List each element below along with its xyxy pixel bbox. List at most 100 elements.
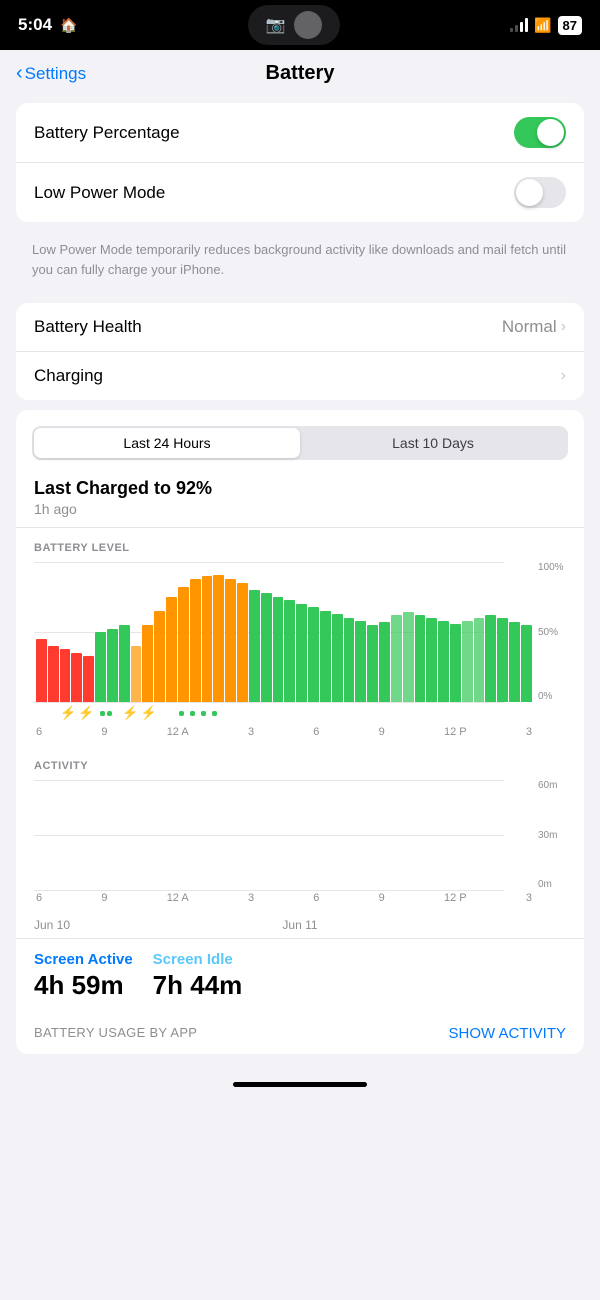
signal-bars [510,18,528,32]
battery-bar [48,646,59,702]
battery-health-value: Normal › [502,317,566,337]
battery-bar [521,625,532,702]
battery-bar [485,615,496,702]
date-labels-row: Jun 10 Jun 11 [16,912,584,938]
home-indicator [233,1082,367,1087]
status-bar: 5:04 🏠 📷 📶 87 [0,0,600,50]
battery-bar [462,621,473,702]
battery-bar [107,629,118,702]
battery-status-indicator: 87 [558,16,582,35]
battery-chart-row: 100% 50% 0% [34,562,566,702]
battery-health-row[interactable]: Battery Health Normal › [16,303,584,352]
date-jun11: Jun 11 [211,918,388,932]
nav-bar: ‹ Settings Battery [0,50,600,93]
y-axis: 100% 50% 0% [534,562,566,702]
battery-bar [95,632,106,702]
toggle-thumb-2 [516,179,543,206]
charging-dot-2 [107,711,112,716]
battery-bar [261,593,272,702]
siri-dot [294,11,322,39]
battery-bar [119,625,130,702]
x-label-3a: 3 [248,726,254,738]
battery-bar [497,618,508,702]
battery-bar [202,576,213,702]
battery-percentage-row[interactable]: Battery Percentage [16,103,584,163]
screen-active-label: Screen Active [34,951,133,968]
status-time: 5:04 [18,15,52,35]
x-axis-activity: 6 9 12 A 3 6 9 12 P 3 [34,890,534,904]
battery-bar [237,583,248,702]
battery-bar [450,624,461,702]
battery-bar [154,611,165,702]
charge-info-section: Last Charged to 92% 1h ago [16,474,584,528]
battery-bar [296,604,307,702]
battery-bar [131,646,142,702]
battery-bar [142,625,153,702]
activity-section: ACTIVITY [16,746,584,912]
x-label-3p: 3 [526,726,532,738]
battery-settings-card: Battery Percentage Low Power Mode [16,103,584,222]
x-label-9a: 9 [101,726,107,738]
battery-bar [249,590,260,702]
battery-bar [308,607,319,702]
last-10-days-tab[interactable]: Last 10 Days [300,428,566,458]
charging-dot-6 [212,711,217,716]
screen-idle-label: Screen Idle [153,951,243,968]
wifi-icon: 📶 [534,17,551,34]
x-label-6a: 6 [36,726,42,738]
charging-label: Charging [34,366,103,386]
page-title: Battery [266,62,335,85]
y-axis-activity: 60m 30m 0m [534,780,566,890]
last-charged-title: Last Charged to 92% [34,478,566,499]
battery-bar [344,618,355,702]
charging-indicators: ⚡ ⚡ ⚡ ⚡ [34,702,566,724]
last-24-hours-tab[interactable]: Last 24 Hours [34,428,300,458]
battery-bar [438,621,449,702]
x-act-12p: 12 P [444,892,467,904]
back-label: Settings [25,64,86,84]
x-act-6a: 6 [36,892,42,904]
date-jun10: Jun 10 [34,918,211,932]
date-spacer [389,918,566,932]
x-label-12a: 12 A [167,726,189,738]
footer-row: BATTERY USAGE BY APP SHOW ACTIVITY [16,1013,584,1046]
charging-dot-5 [201,711,206,716]
charging-dot-1 [100,711,105,716]
battery-chart-container: 100% 50% 0% ⚡ ⚡ ⚡ ⚡ 6 9 [34,562,566,738]
activity-summary-row: Screen Active 4h 59m Screen Idle 7h 44m [16,938,584,1013]
last-charged-time: 1h ago [34,501,566,517]
show-activity-link[interactable]: SHOW ACTIVITY [448,1025,566,1042]
battery-level-section: BATTERY LEVEL [16,528,584,746]
screen-idle-summary: Screen Idle 7h 44m [153,951,243,1001]
home-icon: 🏠 [60,17,77,34]
battery-bar [213,575,224,702]
charging-bolt-3: ⚡ [122,705,138,721]
battery-bar [225,579,236,702]
charging-chevron: › [561,367,566,385]
battery-bar [367,625,378,702]
status-icons: 📶 87 [510,16,582,35]
x-label-12p: 12 P [444,726,467,738]
y-label-50: 50% [538,627,566,638]
battery-bar [379,622,390,702]
usage-chart-card: Last 24 Hours Last 10 Days Last Charged … [16,410,584,1054]
battery-bar [474,618,485,702]
battery-percentage-toggle[interactable] [514,117,566,148]
back-button[interactable]: ‹ Settings [16,62,86,85]
time-range-segmented-control[interactable]: Last 24 Hours Last 10 Days [32,426,568,460]
battery-bar [71,653,82,702]
battery-bar [426,618,437,702]
battery-bar [178,587,189,702]
charging-dot-4 [190,711,195,716]
camera-icon: 📷 [266,15,286,35]
chevron-right-icon-2: › [561,367,566,385]
x-act-3a: 3 [248,892,254,904]
battery-bar [166,597,177,702]
low-power-mode-row[interactable]: Low Power Mode [16,163,584,222]
x-act-3p: 3 [526,892,532,904]
screen-idle-value: 7h 44m [153,970,243,1001]
charging-row[interactable]: Charging › [16,352,584,400]
low-power-mode-toggle[interactable] [514,177,566,208]
x-act-6p: 6 [313,892,319,904]
battery-bar [509,622,520,702]
